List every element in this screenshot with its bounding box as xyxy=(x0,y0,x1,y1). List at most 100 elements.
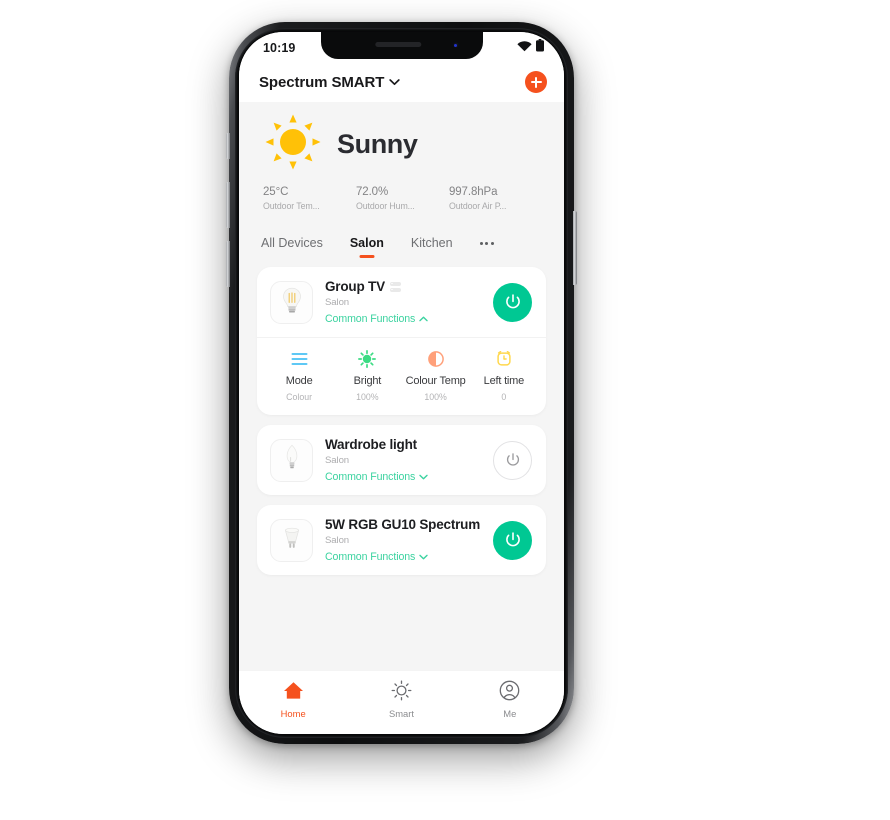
weather-stats: 25°C Outdoor Tem... 72.0% Outdoor Hum...… xyxy=(261,186,542,211)
common-functions-toggle[interactable]: Common Functions xyxy=(325,471,493,483)
mode-lines-icon xyxy=(291,349,308,368)
app-content: Sunny 25°C Outdoor Tem... 72.0% Outdoor … xyxy=(239,102,564,670)
alarm-clock-icon xyxy=(496,349,512,368)
nav-label: Me xyxy=(503,708,517,719)
device-thumbnail xyxy=(270,518,313,562)
weather-summary: Sunny xyxy=(261,114,542,175)
tab-all-devices[interactable]: All Devices xyxy=(261,236,323,258)
device-info: Group TV Salon Common Functions xyxy=(325,279,493,325)
device-info: Wardrobe light Salon Common Functions xyxy=(325,437,493,483)
common-functions-toggle[interactable]: Common Functions xyxy=(325,313,493,325)
stat-value: 72.0% xyxy=(355,186,389,198)
stat-value: 997.8hPa xyxy=(448,186,498,198)
function-bright[interactable]: Bright 100% xyxy=(333,349,401,402)
function-value: 0 xyxy=(501,392,507,402)
common-functions-toggle[interactable]: Common Functions xyxy=(325,551,493,563)
mute-switch-button[interactable] xyxy=(226,133,230,159)
status-time: 10:19 xyxy=(263,41,296,55)
volume-up-button[interactable] xyxy=(226,182,230,228)
device-room: Salon xyxy=(325,455,350,466)
user-circle-icon xyxy=(499,680,520,701)
half-circle-icon xyxy=(427,349,444,368)
device-room: Salon xyxy=(325,297,350,308)
device-name: Wardrobe light xyxy=(325,437,417,452)
function-label: Colour Temp xyxy=(405,375,466,387)
chevron-down-icon xyxy=(419,471,428,483)
common-functions-row: Mode Colour Bright 100% Colour Temp 100%… xyxy=(257,337,546,415)
device-name-row: Wardrobe light xyxy=(325,437,493,452)
nav-item-home[interactable]: Home xyxy=(239,680,347,719)
weather-condition: Sunny xyxy=(337,129,418,159)
gu10-spotlight-icon xyxy=(277,523,307,558)
nav-label: Smart xyxy=(388,708,414,719)
device-name-row: Group TV xyxy=(325,279,493,294)
weather-stat-humidity: 72.0% Outdoor Hum... xyxy=(356,186,449,211)
function-colour-temp[interactable]: Colour Temp 100% xyxy=(402,349,470,402)
screenshot-stage: 10:19 Spectrum SMART Sunny 25°C Outdoor … xyxy=(0,0,890,820)
sun-icon xyxy=(265,114,321,175)
function-label: Left time xyxy=(483,375,525,387)
room-tabs: All Devices Salon Kitchen xyxy=(239,225,564,267)
chevron-up-icon xyxy=(419,313,428,325)
weather-stat-temperature: 25°C Outdoor Tem... xyxy=(263,186,356,211)
device-row[interactable]: 5W RGB GU10 Spectrum Salon Common Functi… xyxy=(257,505,546,575)
wifi-icon xyxy=(517,39,532,57)
power-toggle-button[interactable] xyxy=(493,520,532,560)
device-room: Salon xyxy=(325,535,350,546)
function-value: Colour xyxy=(286,392,313,402)
speaker-grille-icon xyxy=(374,42,421,47)
filament-bulb-icon xyxy=(277,285,307,320)
function-mode[interactable]: Mode Colour xyxy=(265,349,333,402)
device-name-row: 5W RGB GU10 Spectrum xyxy=(325,517,493,532)
stat-caption: Outdoor Hum... xyxy=(355,201,415,211)
nav-label: Home xyxy=(280,708,306,719)
device-thumbnail xyxy=(270,280,313,324)
add-device-button[interactable] xyxy=(525,71,547,93)
power-toggle-button[interactable] xyxy=(493,440,532,480)
phone-screen: 10:19 Spectrum SMART Sunny 25°C Outdoor … xyxy=(239,32,564,734)
battery-icon xyxy=(536,39,544,57)
device-card-gu10-spectrum[interactable]: 5W RGB GU10 Spectrum Salon Common Functi… xyxy=(257,505,546,575)
device-row[interactable]: Group TV Salon Common Functions xyxy=(257,267,546,337)
common-functions-label: Common Functions xyxy=(325,551,416,563)
device-card-wardrobe-light[interactable]: Wardrobe light Salon Common Functions xyxy=(257,425,546,495)
function-left-time[interactable]: Left time 0 xyxy=(470,349,538,402)
device-row[interactable]: Wardrobe light Salon Common Functions xyxy=(257,425,546,495)
common-functions-label: Common Functions xyxy=(325,313,416,325)
common-functions-label: Common Functions xyxy=(325,471,416,483)
home-icon xyxy=(283,680,304,701)
app-bar: Spectrum SMART xyxy=(239,62,564,102)
chevron-down-icon xyxy=(389,73,400,91)
weather-panel[interactable]: Sunny 25°C Outdoor Tem... 72.0% Outdoor … xyxy=(239,102,564,225)
device-name: 5W RGB GU10 Spectrum xyxy=(325,517,481,532)
nav-item-me[interactable]: Me xyxy=(456,680,564,719)
tab-kitchen[interactable]: Kitchen xyxy=(411,236,453,258)
sun-outline-icon xyxy=(391,680,412,701)
device-info: 5W RGB GU10 Spectrum Salon Common Functi… xyxy=(325,517,493,563)
tab-salon[interactable]: Salon xyxy=(350,236,384,258)
candle-bulb-icon xyxy=(277,443,307,478)
function-value: 100% xyxy=(424,392,447,402)
stat-caption: Outdoor Tem... xyxy=(263,201,320,211)
power-toggle-button[interactable] xyxy=(493,282,532,322)
more-horizontal-icon[interactable] xyxy=(479,241,494,253)
bottom-navigation: Home Smart Me xyxy=(239,670,564,734)
page-title: Spectrum SMART xyxy=(259,73,385,91)
volume-down-button[interactable] xyxy=(226,241,230,287)
stat-caption: Outdoor Air P... xyxy=(448,201,507,211)
stat-value: 25°C xyxy=(263,186,289,198)
group-badge-icon xyxy=(389,281,401,292)
device-card-group-tv[interactable]: Group TV Salon Common Functions Mode Col… xyxy=(257,267,546,415)
weather-stat-pressure: 997.8hPa Outdoor Air P... xyxy=(449,186,542,211)
device-list: Group TV Salon Common Functions Mode Col… xyxy=(239,267,564,575)
status-icons xyxy=(517,39,544,57)
power-hardware-button[interactable] xyxy=(573,211,577,285)
function-label: Bright xyxy=(353,375,382,387)
front-camera-icon xyxy=(451,41,460,49)
device-name: Group TV xyxy=(325,279,385,294)
function-label: Mode xyxy=(285,375,313,387)
nav-item-smart[interactable]: Smart xyxy=(347,680,455,719)
function-value: 100% xyxy=(356,392,379,402)
home-selector[interactable]: Spectrum SMART xyxy=(259,73,400,91)
brightness-sun-icon xyxy=(358,349,377,368)
